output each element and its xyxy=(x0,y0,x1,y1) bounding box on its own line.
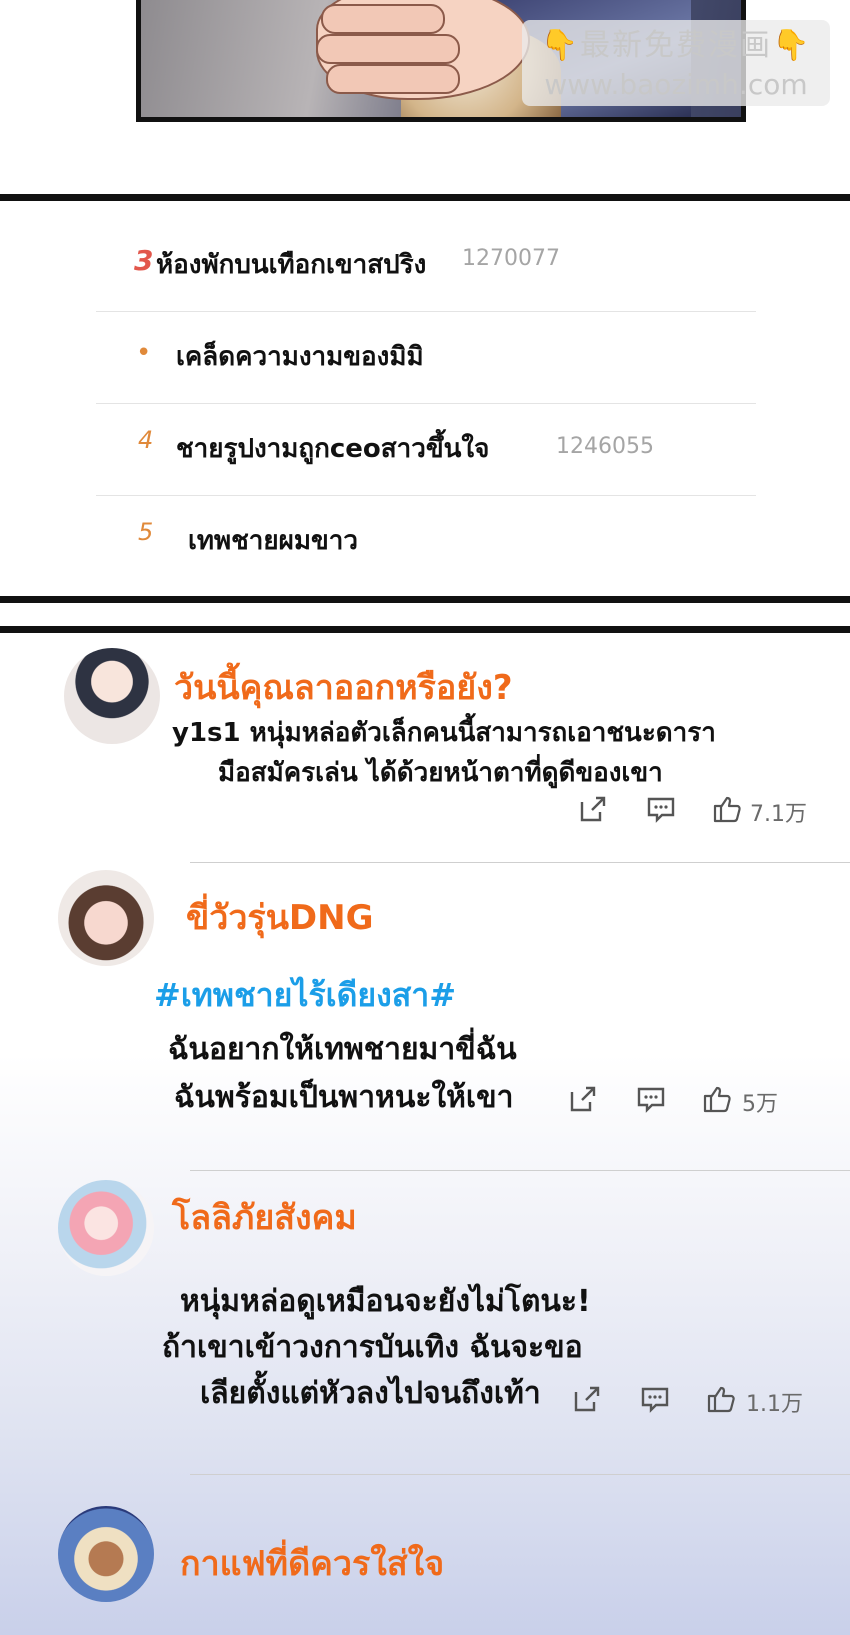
ranking-list: 3 ห้องพักบนเทือกเขาสปริง 1270077 • เคล็ด… xyxy=(0,200,850,595)
share-icon[interactable] xyxy=(568,1084,598,1114)
comment-text-line: มือสมัครเล่น ได้ด้วยหน้าตาที่ดูดีของเขา xyxy=(218,758,663,788)
comment-username[interactable]: วันนี้คุณลาออกหรือยัง? xyxy=(174,660,513,714)
finger-art xyxy=(316,34,460,64)
rank-count: 1246055 xyxy=(556,434,654,459)
comment-icon[interactable] xyxy=(646,794,676,824)
watermark-url: www.baozimh.com xyxy=(544,68,808,101)
rank-count: 1270077 xyxy=(462,246,560,271)
rank-title: เคล็ดความงามของมิมิ xyxy=(176,342,424,372)
rank-title: ชายรูปงามถูกceoสาวขึ้นใจ xyxy=(176,434,490,464)
thumbs-up-icon[interactable] xyxy=(712,794,742,824)
like-count: 5万 xyxy=(742,1092,778,1117)
watermark-title: 👇最新免费漫画👇 xyxy=(540,28,812,63)
ranking-item[interactable]: • เคล็ดความงามของมิมิ xyxy=(96,312,756,404)
comment-text-line: y1s1 หนุ่มหล่อตัวเล็กคนนี้สามารถเอาชนะดา… xyxy=(172,718,716,748)
rank-number: 5 xyxy=(138,518,154,546)
comment-icon[interactable] xyxy=(640,1384,670,1414)
comment-text-line: ฉันพร้อมเป็นพาหนะให้เขา xyxy=(174,1080,514,1115)
thumbs-up-icon[interactable] xyxy=(702,1084,732,1114)
comment-text-line: เลียตั้งแต่หัวลงไปจนถึงเท้า xyxy=(200,1376,541,1411)
bullet-icon: • xyxy=(136,338,152,368)
comment-section: วันนี้คุณลาออกหรือยัง? y1s1 หนุ่มหล่อตัว… xyxy=(0,634,850,1635)
comment-text-line: ฉันอยากให้เทพชายมาขี่ฉัน xyxy=(168,1032,517,1067)
finger-art xyxy=(321,4,445,34)
comment-text-line: ถ้าเขาเข้าวงการบันเทิง ฉันจะขอ xyxy=(162,1330,583,1365)
watermark: 👇最新免费漫画👇 www.baozimh.com xyxy=(522,20,830,106)
ranking-item[interactable]: 5 เทพชายผมขาว xyxy=(96,496,756,588)
comment-divider xyxy=(190,1474,850,1475)
comment-divider xyxy=(190,862,850,863)
avatar[interactable] xyxy=(58,1180,154,1276)
avatar[interactable] xyxy=(64,648,160,744)
comment-username[interactable]: โลลิภัยสังคม xyxy=(172,1190,357,1244)
pointing-down-icon: 👇 xyxy=(772,28,812,63)
comment-actions: 1.1万 xyxy=(572,1384,822,1418)
comment-actions: 7.1万 xyxy=(578,794,828,828)
divider-thick xyxy=(0,626,850,633)
rank-title: ห้องพักบนเทือกเขาสปริง xyxy=(156,250,427,280)
thumbs-up-icon[interactable] xyxy=(706,1384,736,1414)
avatar[interactable] xyxy=(58,870,154,966)
rank-number: 4 xyxy=(138,426,154,454)
comment-username[interactable]: ขี่วัวรุ่นDNG xyxy=(186,890,374,944)
like-count: 1.1万 xyxy=(746,1392,803,1417)
comment-text-line: หนุ่มหล่อดูเหมือนจะยังไม่โตนะ! xyxy=(180,1284,591,1319)
comment-username[interactable]: กาแฟที่ดีควรใส่ใจ xyxy=(180,1536,444,1590)
ranking-item[interactable]: 3 ห้องพักบนเทือกเขาสปริง 1270077 xyxy=(96,220,756,312)
ranking-item[interactable]: 4 ชายรูปงามถูกceoสาวขึ้นใจ 1246055 xyxy=(96,404,756,496)
share-icon[interactable] xyxy=(572,1384,602,1414)
avatar[interactable] xyxy=(58,1506,154,1602)
share-icon[interactable] xyxy=(578,794,608,824)
like-count: 7.1万 xyxy=(750,802,807,827)
rank-number: 3 xyxy=(134,244,154,277)
comment-divider xyxy=(190,1170,850,1171)
pointing-down-icon: 👇 xyxy=(540,28,580,63)
rank-title: เทพชายผมขาว xyxy=(188,526,358,556)
finger-art xyxy=(326,64,460,94)
divider-thick xyxy=(0,596,850,603)
comment-hashtag[interactable]: #เทพชายไร้เดียงสา# xyxy=(154,970,456,1021)
comment-actions: 5万 xyxy=(568,1084,818,1118)
comment-icon[interactable] xyxy=(636,1084,666,1114)
